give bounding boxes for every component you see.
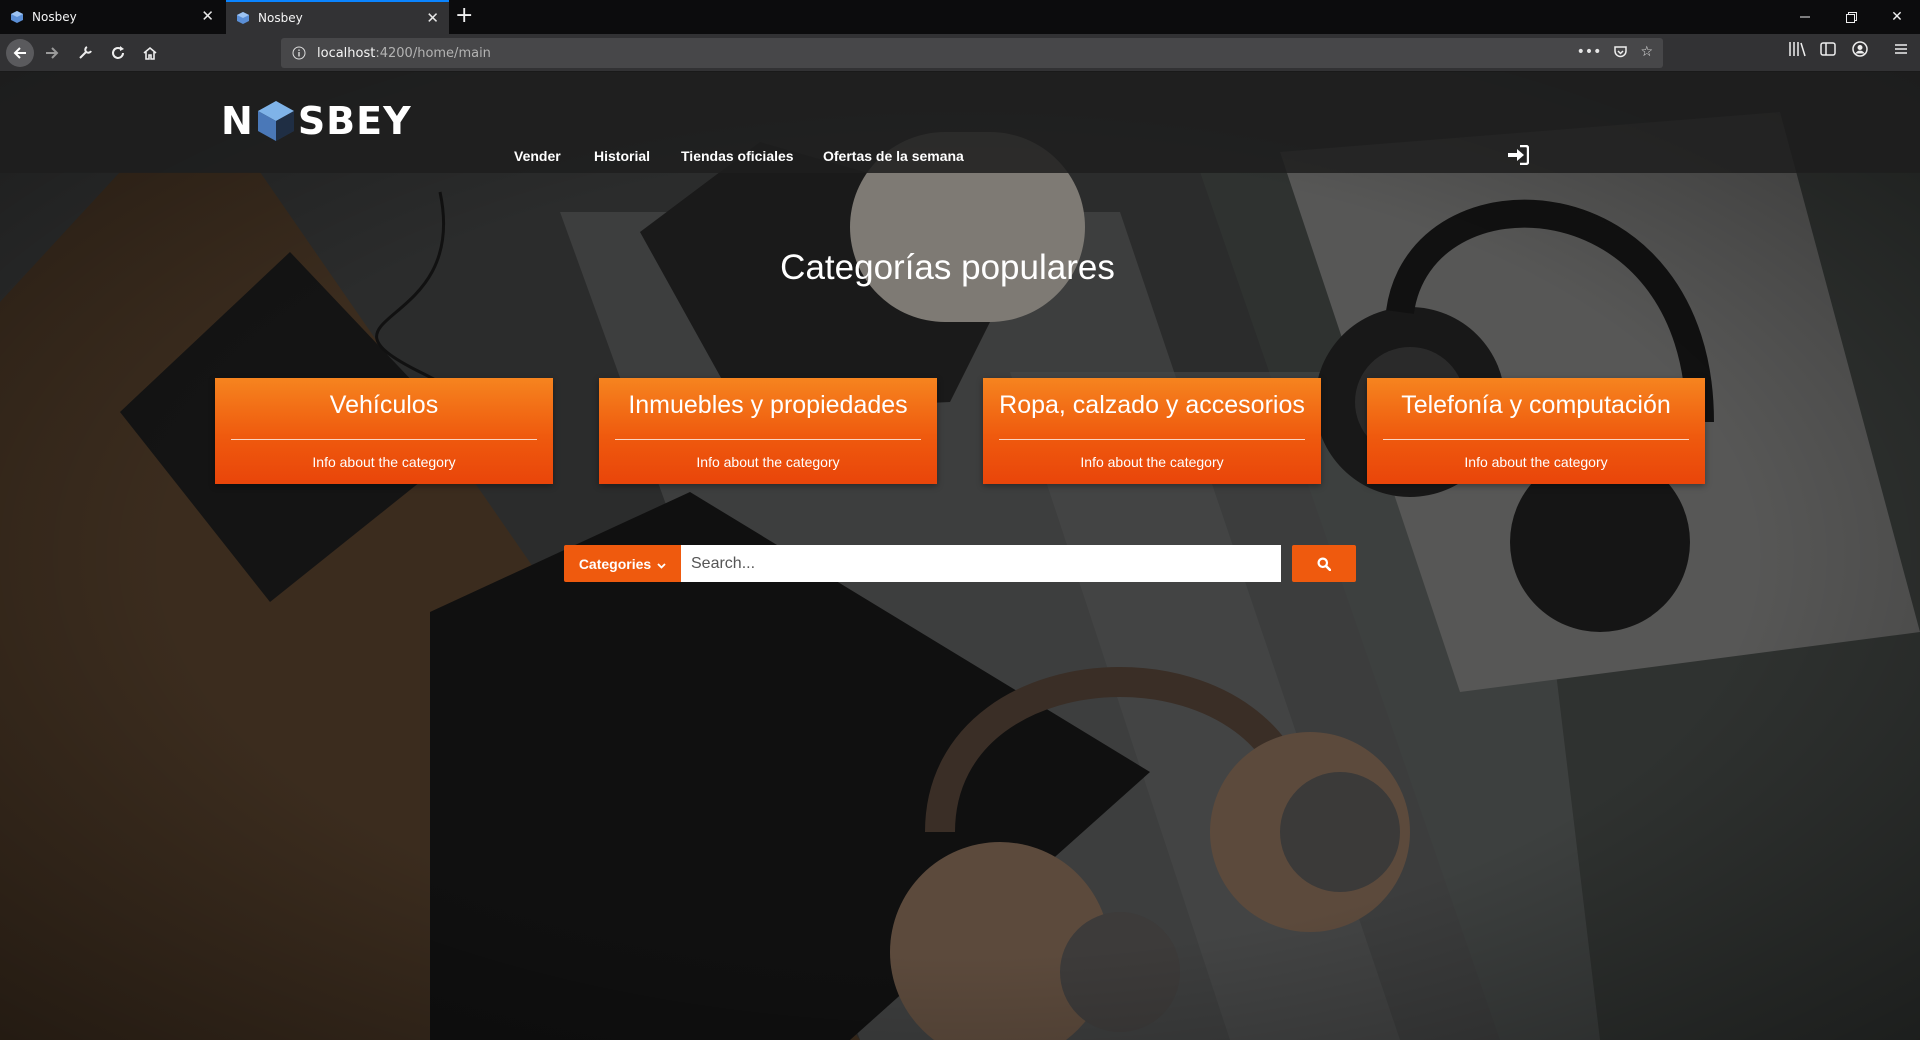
bookmark-star-icon[interactable]: ☆: [1640, 44, 1653, 63]
home-icon[interactable]: [136, 39, 164, 67]
url-host: localhost: [317, 45, 376, 61]
category-info: Info about the category: [696, 454, 840, 470]
minimize-icon[interactable]: [1782, 0, 1828, 34]
browser-tab[interactable]: Nosbey ✕: [0, 0, 224, 34]
close-tab-icon[interactable]: ✕: [426, 11, 439, 26]
category-info: Info about the category: [312, 454, 456, 470]
category-name: Telefonía y computación: [1401, 391, 1671, 419]
forward-arrow-icon[interactable]: [38, 39, 66, 67]
categories-dropdown-button[interactable]: Categories: [564, 545, 681, 582]
category-card-inmuebles[interactable]: Inmuebles y propiedades Info about the c…: [599, 378, 937, 484]
category-card-vehiculos[interactable]: Vehículos Info about the category: [215, 378, 553, 484]
close-window-icon[interactable]: ✕: [1874, 0, 1920, 34]
reload-icon[interactable]: [104, 39, 132, 67]
category-name: Inmuebles y propiedades: [628, 391, 908, 419]
category-divider: [1383, 439, 1689, 440]
close-tab-icon[interactable]: ✕: [201, 9, 214, 24]
category-card-ropa[interactable]: Ropa, calzado y accesorios Info about th…: [983, 378, 1321, 484]
search-input[interactable]: [681, 545, 1281, 582]
logo-cube-icon: [257, 101, 294, 141]
search-icon: [1317, 557, 1331, 571]
sign-in-icon[interactable]: [1507, 144, 1530, 169]
hamburger-menu-icon[interactable]: [1894, 41, 1908, 60]
browser-toolbar: localhost:4200/home/main ••• ☆: [0, 34, 1920, 72]
page-actions-icon[interactable]: •••: [1577, 44, 1602, 63]
search-button[interactable]: [1292, 545, 1356, 582]
category-divider: [999, 439, 1305, 440]
chevron-down-icon: [657, 556, 666, 572]
info-icon[interactable]: [291, 45, 307, 61]
tab-title: Nosbey: [258, 11, 303, 25]
category-divider: [615, 439, 921, 440]
browser-tab-active[interactable]: Nosbey ✕: [226, 0, 449, 34]
url-path: :4200/home/main: [375, 45, 491, 61]
category-divider: [231, 439, 537, 440]
category-name: Ropa, calzado y accesorios: [999, 391, 1305, 419]
new-tab-icon[interactable]: +: [455, 4, 473, 28]
logo-text-left: N: [221, 99, 254, 143]
back-arrow-icon[interactable]: [6, 39, 34, 67]
restore-icon[interactable]: [1828, 0, 1874, 34]
page-viewport: N SBEY Vender Historial Tiendas oficiale…: [0, 72, 1920, 1040]
nosbey-logo[interactable]: N SBEY: [221, 99, 412, 143]
category-info: Info about the category: [1464, 454, 1608, 470]
wrench-icon[interactable]: [71, 39, 99, 67]
category-card-telefonia[interactable]: Telefonía y computación Info about the c…: [1367, 378, 1705, 484]
favicon-icon: [10, 10, 24, 24]
sidebar-toggle-icon[interactable]: [1820, 41, 1836, 61]
favicon-icon: [236, 11, 250, 25]
account-icon[interactable]: [1852, 41, 1868, 61]
popular-categories-title: Categorías populares: [780, 248, 1115, 287]
library-icon[interactable]: [1788, 41, 1806, 61]
nav-link-ofertas[interactable]: Ofertas de la semana: [823, 148, 964, 164]
site-header: N SBEY Vender Historial Tiendas oficiale…: [0, 72, 1920, 173]
nav-link-vender[interactable]: Vender: [514, 148, 561, 164]
browser-tab-bar: Nosbey ✕ Nosbey ✕ + ✕: [0, 0, 1920, 34]
tab-title: Nosbey: [32, 10, 77, 24]
address-bar[interactable]: localhost:4200/home/main ••• ☆: [281, 38, 1663, 68]
nav-link-historial[interactable]: Historial: [594, 148, 650, 164]
logo-text-right: SBEY: [297, 99, 412, 143]
nav-link-tiendas-oficiales[interactable]: Tiendas oficiales: [681, 148, 794, 164]
category-info: Info about the category: [1080, 454, 1224, 470]
pocket-icon[interactable]: [1613, 44, 1628, 63]
categories-dropdown-label: Categories: [578, 555, 652, 572]
category-name: Vehículos: [329, 391, 439, 419]
